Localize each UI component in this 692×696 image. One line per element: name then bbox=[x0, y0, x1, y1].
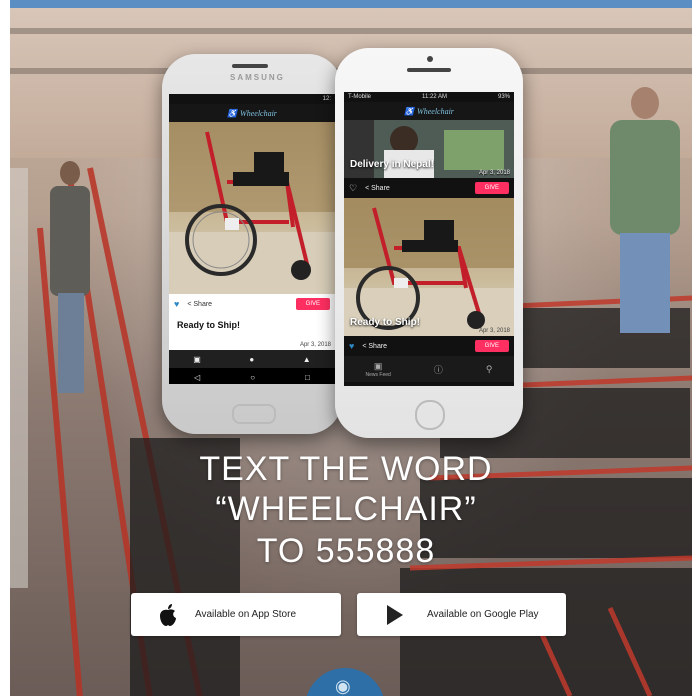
play-store-icon bbox=[387, 604, 403, 625]
android-status-bar: 12: bbox=[169, 94, 335, 104]
phone-brand: SAMSUNG bbox=[230, 73, 285, 82]
share-icon: < bbox=[365, 184, 370, 192]
card-caption: Delivery in Nepal! bbox=[350, 159, 434, 170]
news-feed-icon: ▣ bbox=[373, 360, 383, 371]
status-icons bbox=[173, 96, 175, 102]
ios-status-bar: T-Mobile 11:22 AM 93% bbox=[344, 92, 514, 102]
share-button[interactable]: < Share bbox=[365, 185, 390, 192]
share-label: Share bbox=[368, 342, 388, 350]
wheelchair-photo: Ready to Ship! Apr 3, 2018 bbox=[344, 198, 514, 336]
headline-line-3: TO 555888 bbox=[256, 532, 436, 570]
card-caption: Ready to Ship! bbox=[350, 317, 421, 328]
share-icon: < bbox=[362, 342, 367, 350]
profile-tab-icon[interactable]: ⚲ bbox=[486, 364, 493, 375]
android-nav-bar: ◁ ○ □ bbox=[169, 368, 335, 384]
info-tab-icon[interactable]: ⓘ bbox=[434, 363, 443, 376]
give-button[interactable]: GIVE bbox=[474, 182, 509, 194]
carrier: T-Mobile bbox=[348, 94, 372, 100]
recents-icon[interactable]: □ bbox=[305, 373, 310, 382]
wheelchair-photo bbox=[169, 122, 335, 294]
wheelchair-illustration bbox=[344, 198, 514, 336]
headline-line-2: “WHEELCHAIR” bbox=[215, 490, 477, 528]
earpiece-speaker bbox=[407, 68, 451, 72]
heart-outline-icon[interactable]: ♡ bbox=[349, 183, 357, 194]
android-phone-mockup: SAMSUNG 12: ♿ Wheelchair ♥ < Share GIVE … bbox=[162, 54, 342, 434]
give-button[interactable]: GIVE bbox=[295, 298, 330, 310]
card-footer: Apr 3, 2018 bbox=[169, 338, 335, 350]
card-action-bar: ♥ < Share GIVE bbox=[169, 294, 335, 314]
logo-globe-icon: ◉ bbox=[335, 676, 351, 696]
back-icon[interactable]: ◁ bbox=[194, 373, 200, 382]
google-play-button[interactable]: Available on Google Play bbox=[357, 593, 566, 636]
front-camera bbox=[427, 56, 433, 62]
give-button[interactable]: GIVE bbox=[474, 340, 509, 352]
app-tab-bar: ▣ ● ▲ bbox=[169, 350, 335, 368]
heart-icon[interactable]: ♥ bbox=[174, 299, 179, 309]
wheelchair-illustration bbox=[169, 122, 335, 294]
card-title: Ready to Ship! bbox=[169, 314, 335, 338]
status-time: 12: bbox=[322, 96, 331, 102]
app-header: ♿ Wheelchair bbox=[344, 102, 514, 120]
card-date: Apr 3, 2018 bbox=[299, 342, 331, 348]
share-button[interactable]: < Share bbox=[187, 301, 212, 308]
app-logo-icon: ♿ bbox=[404, 106, 415, 116]
status-time: 11:22 AM bbox=[422, 94, 447, 100]
top-banner bbox=[0, 0, 692, 8]
app-store-button[interactable]: Available on App Store bbox=[131, 593, 341, 636]
headline-line-1: TEXT THE WORD bbox=[199, 450, 493, 488]
app-header: ♿ Wheelchair bbox=[169, 104, 335, 122]
app-logo-icon: ♿ bbox=[227, 108, 238, 118]
app-tab-bar: ▣ News Feed ⓘ ⚲ bbox=[344, 356, 514, 382]
card-date: Apr 3, 2018 bbox=[478, 328, 510, 334]
news-feed-label: News Feed bbox=[365, 371, 391, 378]
left-margin bbox=[0, 0, 10, 696]
info-tab-icon[interactable]: ● bbox=[249, 355, 254, 364]
nepal-delivery-photo: Delivery in Nepal! Apr 3, 2018 bbox=[344, 120, 514, 178]
battery-level: 93% bbox=[497, 94, 510, 100]
apple-icon bbox=[160, 603, 176, 626]
iphone-home-button[interactable] bbox=[415, 400, 445, 430]
android-home-button[interactable] bbox=[232, 404, 276, 424]
android-screen: 12: ♿ Wheelchair ♥ < Share GIVE Ready to… bbox=[169, 94, 335, 384]
google-play-label: Available on Google Play bbox=[427, 609, 539, 620]
share-label: Share bbox=[193, 300, 213, 308]
earpiece-speaker bbox=[232, 64, 268, 68]
app-store-label: Available on App Store bbox=[195, 609, 297, 620]
home-icon[interactable]: ○ bbox=[250, 373, 255, 382]
app-logo-text: Wheelchair bbox=[417, 106, 454, 116]
news-feed-tab[interactable]: ▣ News Feed bbox=[366, 361, 391, 378]
card-date: Apr 3, 2018 bbox=[478, 170, 510, 176]
app-logo-text: Wheelchair bbox=[240, 108, 277, 118]
card-action-bar: ♥ < Share GIVE bbox=[344, 336, 514, 356]
card-action-bar: ♡ < Share GIVE bbox=[344, 178, 514, 198]
page: SAMSUNG 12: ♿ Wheelchair ♥ < Share GIVE … bbox=[0, 0, 692, 696]
news-feed-tab-icon[interactable]: ▣ bbox=[193, 355, 201, 364]
iphone-screen: T-Mobile 11:22 AM 93% ♿ Wheelchair Deliv… bbox=[344, 92, 514, 386]
heart-icon[interactable]: ♥ bbox=[349, 341, 354, 351]
share-label: Share bbox=[371, 184, 390, 192]
share-icon: < bbox=[187, 300, 192, 308]
profile-tab-icon[interactable]: ▲ bbox=[303, 355, 311, 364]
share-button[interactable]: < Share bbox=[362, 343, 387, 350]
iphone-mockup: T-Mobile 11:22 AM 93% ♿ Wheelchair Deliv… bbox=[335, 48, 523, 438]
